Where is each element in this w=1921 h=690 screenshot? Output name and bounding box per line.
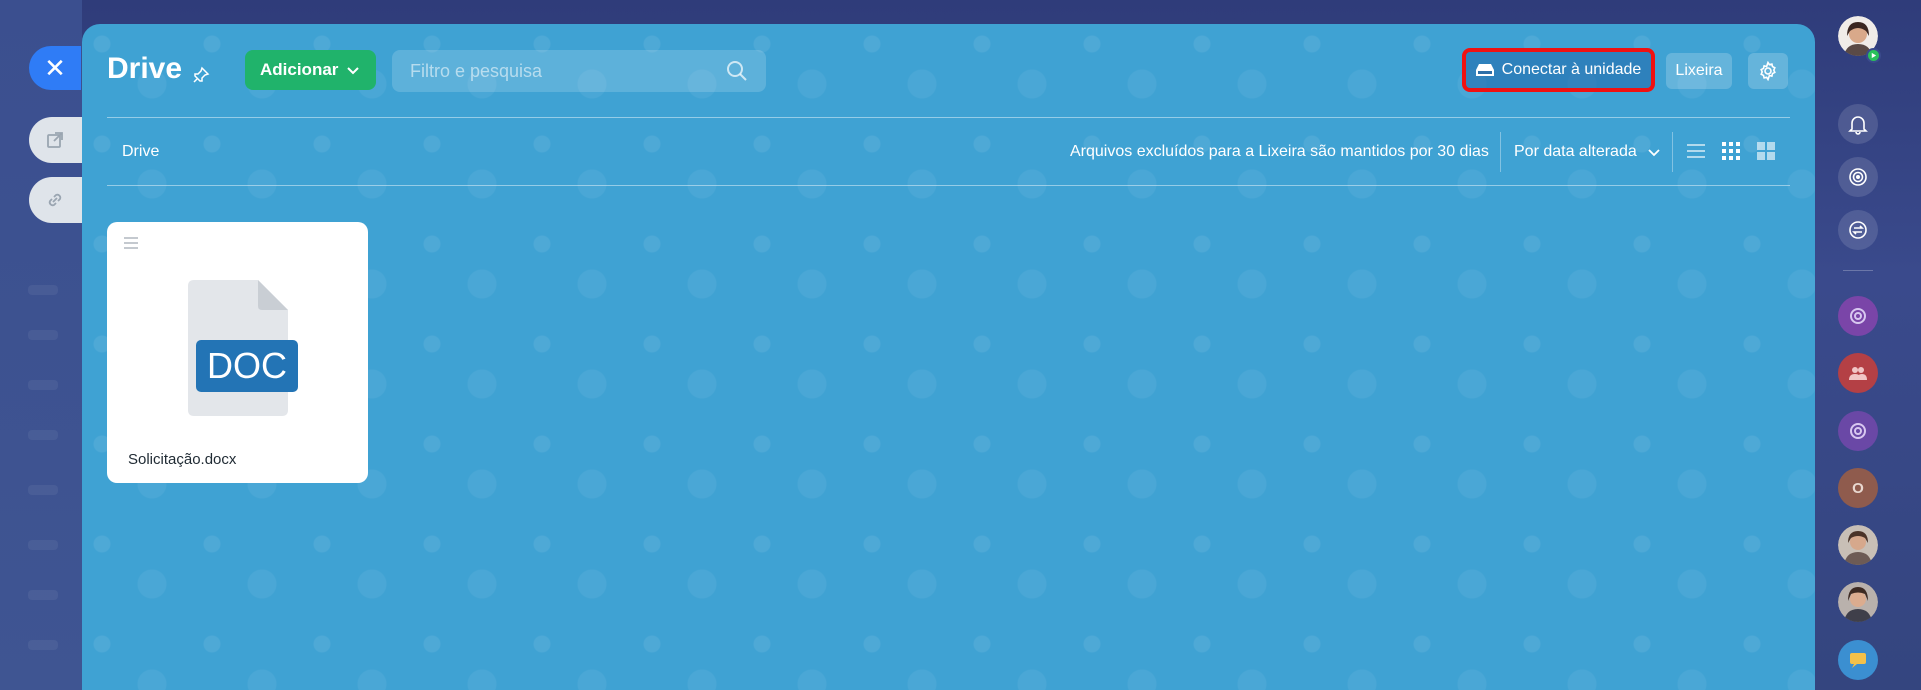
avatar-icon bbox=[1838, 525, 1878, 565]
goals-button[interactable] bbox=[1838, 157, 1878, 197]
drive-icon bbox=[1475, 64, 1494, 76]
notifications-button[interactable] bbox=[1838, 104, 1878, 144]
close-slider-button[interactable]: ✕ bbox=[29, 46, 81, 90]
search-icon[interactable] bbox=[726, 60, 748, 82]
header-divider bbox=[107, 117, 1790, 118]
ghost-item bbox=[28, 330, 58, 340]
chat-refresh-icon bbox=[1849, 221, 1867, 239]
toolbar-separator bbox=[1500, 132, 1501, 172]
file-card[interactable]: DOC Solicitação.docx bbox=[107, 222, 368, 483]
link-icon bbox=[48, 193, 62, 207]
rail-chat-letter-avatar[interactable]: O bbox=[1838, 468, 1878, 508]
sort-label: Por data alterada bbox=[1514, 143, 1637, 160]
pin-icon[interactable] bbox=[192, 66, 210, 84]
menu-icon[interactable] bbox=[123, 236, 139, 250]
add-button[interactable]: Adicionar bbox=[245, 50, 376, 90]
people-icon bbox=[1849, 367, 1867, 380]
ghost-item bbox=[28, 485, 58, 495]
breadcrumb[interactable]: Drive bbox=[122, 143, 159, 161]
ghost-item bbox=[28, 640, 58, 650]
external-link-icon bbox=[47, 132, 63, 148]
chat-search-button[interactable] bbox=[1838, 210, 1878, 250]
ghost-item bbox=[28, 285, 58, 295]
retention-notice: Arquivos excluídos para a Lixeira são ma… bbox=[1070, 143, 1489, 160]
group-chat-icon bbox=[1850, 308, 1866, 324]
bell-icon bbox=[1848, 116, 1868, 135]
rail-chat-2[interactable] bbox=[1838, 353, 1878, 393]
doc-file-icon: DOC bbox=[188, 280, 298, 416]
doc-type-label: DOC bbox=[207, 345, 287, 386]
rail-chat-open-channels[interactable] bbox=[1838, 640, 1878, 680]
background-page-strip bbox=[0, 0, 82, 690]
tile-view-icon[interactable] bbox=[1755, 140, 1777, 162]
ghost-item bbox=[28, 590, 58, 600]
rail-chat-3[interactable] bbox=[1838, 411, 1878, 451]
rail-user-avatar[interactable] bbox=[1838, 525, 1878, 565]
letter-avatar-label: O bbox=[1852, 479, 1864, 497]
close-icon: ✕ bbox=[44, 53, 66, 83]
rail-user-avatar[interactable] bbox=[1838, 582, 1878, 622]
trash-button[interactable]: Lixeira bbox=[1666, 53, 1732, 89]
gear-icon bbox=[1760, 61, 1776, 81]
online-status-icon bbox=[1866, 48, 1881, 63]
avatar-icon bbox=[1838, 582, 1878, 622]
search-bar[interactable] bbox=[392, 50, 766, 92]
chat-bubble-icon bbox=[1850, 653, 1866, 668]
rail-divider bbox=[1843, 270, 1873, 271]
add-button-label: Adicionar bbox=[260, 60, 339, 79]
toolbar-separator bbox=[1672, 132, 1673, 172]
drive-panel: Drive Adicionar Conectar à unidade Lixei… bbox=[82, 24, 1815, 690]
connect-drive-label: Conectar à unidade bbox=[1501, 61, 1642, 78]
ghost-item bbox=[28, 540, 58, 550]
settings-button[interactable] bbox=[1748, 53, 1788, 89]
group-chat-icon bbox=[1850, 423, 1866, 439]
page-title: Drive bbox=[107, 52, 183, 85]
connect-drive-button[interactable]: Conectar à unidade bbox=[1462, 48, 1655, 92]
chevron-down-icon bbox=[1648, 149, 1660, 157]
rail-chat-1[interactable] bbox=[1838, 296, 1878, 336]
target-icon bbox=[1849, 168, 1867, 186]
list-view-icon[interactable] bbox=[1685, 140, 1707, 162]
grid-view-icon[interactable] bbox=[1720, 140, 1742, 162]
search-input[interactable] bbox=[410, 60, 726, 82]
open-in-new-window-button[interactable] bbox=[29, 117, 83, 163]
copy-link-button[interactable] bbox=[29, 177, 83, 223]
ghost-item bbox=[28, 430, 58, 440]
toolbar-divider bbox=[107, 185, 1790, 186]
file-name: Solicitação.docx bbox=[128, 451, 237, 468]
sort-dropdown[interactable]: Por data alterada bbox=[1514, 143, 1661, 161]
ghost-item bbox=[28, 380, 58, 390]
chevron-down-icon bbox=[347, 67, 360, 75]
